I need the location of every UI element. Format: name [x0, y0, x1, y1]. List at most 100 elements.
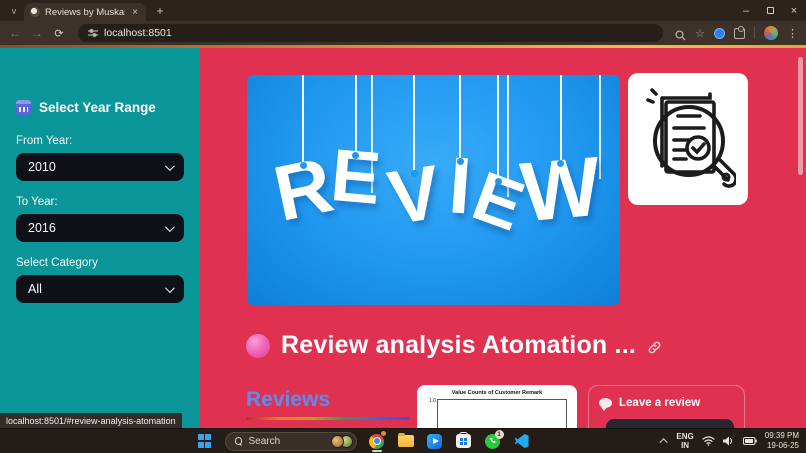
- hanging-letter: I: [449, 75, 471, 222]
- browser-menu-icon[interactable]: ⋮: [787, 27, 798, 40]
- from-year-value: 2010: [28, 160, 56, 174]
- site-info-icon[interactable]: [88, 28, 98, 38]
- scrollbar-thumb[interactable]: [798, 57, 803, 175]
- anchor-link-icon[interactable]: [647, 340, 662, 355]
- language-bottom: IN: [681, 441, 689, 450]
- close-button[interactable]: ×: [782, 0, 806, 21]
- taskbar-chrome[interactable]: [368, 430, 386, 453]
- language-top: ENG: [676, 432, 693, 441]
- browser-tabstrip: v Reviews by Muskan × + – ×: [0, 0, 806, 21]
- new-tab-button[interactable]: +: [152, 3, 168, 19]
- tray-clock[interactable]: 09:39 PM 19-06-25: [765, 431, 799, 451]
- streamlit-decoration-bar: [0, 45, 806, 48]
- document-magnifier-icon: [640, 84, 736, 194]
- page-title: Review analysis Atomation ...: [281, 331, 636, 360]
- profile-avatar[interactable]: [764, 26, 778, 40]
- speech-bubble-icon: [599, 398, 612, 408]
- url-text: localhost:8501: [104, 27, 172, 39]
- leave-review-card: Leave a review: [588, 385, 745, 428]
- taskbar-file-explorer[interactable]: [397, 430, 415, 453]
- maximize-icon: [767, 7, 774, 14]
- page-content: Select Year Range From Year: 2010 To Yea…: [0, 45, 806, 428]
- y-axis-tick: 1.0: [429, 398, 438, 404]
- review-text-input[interactable]: [606, 419, 734, 428]
- tab-favicon-icon: [30, 7, 40, 17]
- extensions-icon[interactable]: [734, 28, 745, 39]
- value-counts-chart-card: Value Counts of Customer Remark 1.0 0.8: [417, 385, 577, 428]
- language-indicator[interactable]: ENG IN: [676, 432, 693, 450]
- pinned-extension-icon[interactable]: [714, 28, 725, 39]
- clock-date: 19-06-25: [767, 441, 799, 450]
- taskbar-media-player[interactable]: [426, 430, 444, 453]
- chevron-down-icon: [165, 283, 175, 293]
- chrome-icon: [369, 434, 384, 449]
- search-label: Search: [249, 436, 325, 447]
- rainbow-divider: [246, 417, 409, 420]
- taskbar-search[interactable]: Search: [225, 432, 357, 451]
- leave-review-header: Leave a review: [599, 397, 734, 409]
- status-bar-link: localhost:8501/#review-analysis-atomatio…: [0, 413, 182, 428]
- hanging-letter: E: [331, 75, 380, 211]
- chart-plot-area: 1.0 0.8: [437, 399, 567, 428]
- category-select[interactable]: All: [16, 275, 184, 303]
- search-widget-badges: [331, 435, 353, 448]
- folder-icon: [398, 435, 414, 447]
- brain-icon: [246, 334, 270, 358]
- store-bag-icon: [456, 434, 471, 448]
- taskbar-whatsapp[interactable]: 1: [484, 430, 502, 453]
- volume-icon[interactable]: [723, 436, 735, 446]
- address-bar[interactable]: localhost:8501: [78, 24, 663, 42]
- start-button[interactable]: [196, 430, 214, 453]
- page-zoom-icon[interactable]: [675, 28, 686, 39]
- chevron-down-icon: [165, 161, 175, 171]
- tab-search-chevron-icon[interactable]: v: [6, 3, 22, 19]
- sidebar-header-label: Select Year Range: [39, 100, 156, 115]
- chart-title: Value Counts of Customer Remark: [425, 390, 569, 396]
- search-icon: [235, 437, 243, 445]
- toolbar-divider: [754, 27, 755, 39]
- tray-chevron-up-icon[interactable]: [660, 438, 668, 446]
- page-title-row: Review analysis Atomation ...: [246, 331, 662, 360]
- reviews-heading: Reviews: [246, 388, 330, 412]
- calendar-icon: [16, 100, 31, 115]
- browser-toolbar: ← → ⟳ localhost:8501 ☆ ⋮: [0, 21, 806, 45]
- bookmark-star-icon[interactable]: ☆: [695, 27, 705, 40]
- taskbar-microsoft-store[interactable]: [455, 430, 473, 453]
- battery-icon[interactable]: [743, 437, 757, 445]
- hanging-letter: W: [521, 75, 600, 228]
- whatsapp-badge: 1: [495, 430, 504, 439]
- maximize-button[interactable]: [758, 0, 782, 21]
- taskbar: Search 1: [0, 428, 806, 453]
- tab-close-icon[interactable]: ×: [130, 7, 140, 18]
- windows-logo-icon: [198, 434, 212, 448]
- hanging-letter: R: [275, 75, 331, 224]
- hanging-letter: V: [389, 75, 440, 230]
- notification-dot: [381, 431, 386, 436]
- back-icon[interactable]: ←: [8, 26, 22, 40]
- window-controls: – ×: [734, 0, 806, 21]
- wifi-icon[interactable]: [702, 436, 715, 446]
- desktop-screen: v Reviews by Muskan × + – × ← → ⟳ localh…: [0, 0, 806, 453]
- browser-tab-active[interactable]: Reviews by Muskan ×: [24, 3, 146, 21]
- from-year-label: From Year:: [0, 135, 200, 147]
- taskbar-center: Search 1: [196, 430, 531, 453]
- chevron-down-icon: [165, 222, 175, 232]
- search-highlight-icon: [331, 435, 344, 448]
- toolbar-right-icons: ☆ ⋮: [675, 26, 798, 40]
- taskbar-vscode[interactable]: [513, 430, 531, 453]
- sidebar-header: Select Year Range: [0, 100, 200, 115]
- to-year-value: 2016: [28, 221, 56, 235]
- review-analysis-icon-card: [628, 73, 748, 205]
- to-year-label: To Year:: [0, 196, 200, 208]
- reload-icon[interactable]: ⟳: [52, 27, 66, 40]
- hanging-letter: E: [475, 75, 522, 233]
- media-player-icon: [427, 434, 442, 449]
- tab-title: Reviews by Muskan: [45, 7, 125, 18]
- clock-time: 09:39 PM: [765, 431, 799, 440]
- forward-icon[interactable]: →: [30, 26, 44, 40]
- to-year-select[interactable]: 2016: [16, 214, 184, 242]
- review-hero-image: R E V I E W: [247, 75, 620, 305]
- vscode-icon: [515, 434, 529, 448]
- minimize-button[interactable]: –: [734, 0, 758, 21]
- from-year-select[interactable]: 2010: [16, 153, 184, 181]
